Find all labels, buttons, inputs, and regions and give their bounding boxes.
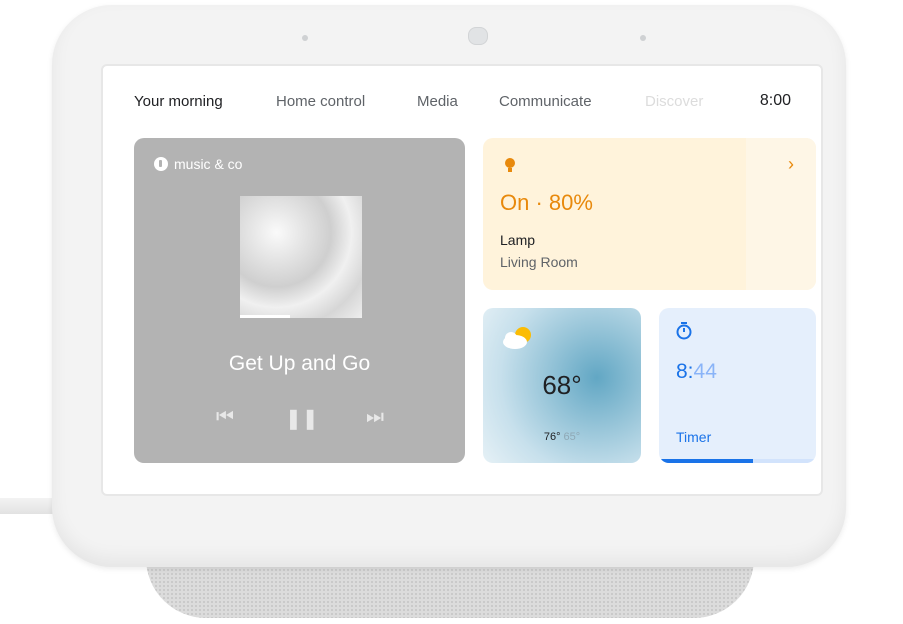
- light-sensor: [302, 35, 308, 41]
- lamp-state: On · 80%: [500, 190, 593, 215]
- timer-remaining-rest: 44: [693, 360, 717, 383]
- timer-label: Timer: [676, 429, 712, 445]
- tab-media[interactable]: Media: [417, 93, 458, 110]
- timer-progress-fill: [659, 459, 754, 463]
- microphone-sensor: [640, 35, 646, 41]
- partly-cloudy-icon: [501, 326, 535, 350]
- album-art: [240, 196, 362, 318]
- lamp-room: Living Room: [500, 254, 578, 270]
- lamp-card-side: [746, 138, 816, 290]
- chevron-right-icon[interactable]: ›: [788, 154, 794, 175]
- display-screen: Your morning Home control Media Communic…: [101, 64, 823, 496]
- media-app-name: music & co: [174, 156, 243, 172]
- timer-remaining: 8:44: [676, 360, 717, 384]
- top-navigation: Your morning Home control Media Communic…: [103, 66, 821, 136]
- previous-track-button[interactable]: ⏮: [210, 406, 240, 429]
- tab-discover[interactable]: Discover: [645, 93, 725, 110]
- clock: 8:00: [759, 92, 791, 109]
- timer-card[interactable]: 8:44 Timer: [659, 308, 816, 463]
- media-app-label: music & co: [154, 156, 242, 172]
- media-card[interactable]: music & co Get Up and Go ⏮ ❚❚ ⏭: [134, 138, 465, 463]
- low-temperature: 65°: [563, 431, 581, 443]
- weather-card[interactable]: 68° 76° 65°: [483, 308, 641, 463]
- timer-remaining-main: 8:: [676, 360, 694, 383]
- lamp-card[interactable]: › On · 80% Lamp Living Room: [483, 138, 816, 290]
- lightbulb-icon: [504, 157, 516, 176]
- sensor-window: [468, 27, 488, 45]
- stopwatch-icon: [676, 322, 692, 345]
- music-note-icon: [154, 157, 168, 171]
- pause-button[interactable]: ❚❚: [285, 406, 319, 431]
- current-temperature: 68°: [542, 370, 582, 400]
- high-temperature: 76°: [543, 431, 561, 443]
- high-low-temperature: 76° 65°: [483, 431, 641, 443]
- album-progress: [240, 315, 290, 318]
- smart-display-device: Your morning Home control Media Communic…: [52, 5, 846, 567]
- timer-progress-track: [659, 459, 816, 463]
- tab-your-morning[interactable]: Your morning: [134, 93, 223, 110]
- tab-communicate[interactable]: Communicate: [499, 93, 592, 110]
- next-track-button[interactable]: ⏭: [360, 406, 390, 429]
- track-title: Get Up and Go: [228, 352, 371, 375]
- lamp-name: Lamp: [500, 232, 536, 248]
- tab-home-control[interactable]: Home control: [276, 93, 365, 110]
